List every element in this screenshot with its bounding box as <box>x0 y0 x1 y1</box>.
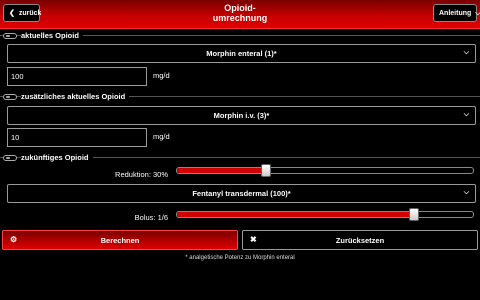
bolus-slider-thumb[interactable] <box>408 208 419 221</box>
reduction-slider[interactable] <box>176 164 474 177</box>
page-title: Opioid- umrechnung <box>140 3 340 23</box>
back-label: zurück <box>18 9 42 17</box>
calculate-label: Berechnen <box>100 235 140 245</box>
toggle-pill-icon[interactable] <box>3 32 17 39</box>
gear-icon: ⚙ <box>10 235 18 244</box>
bolus-slider-fill <box>177 212 414 217</box>
title-line-1: Opioid- <box>224 3 256 13</box>
section-label: aktuelles Opioid <box>21 31 83 40</box>
unit-label: mg/d <box>153 132 170 141</box>
chevron-down-icon: ⌵ <box>463 111 469 118</box>
back-button[interactable]: ❮ zurück <box>3 4 42 22</box>
instructions-menu-button[interactable]: Anleitung ⌵ <box>433 4 480 22</box>
chevron-left-icon: ❮ <box>9 9 15 17</box>
reset-label: Zurücksetzen <box>335 235 385 245</box>
close-icon: ✖ <box>250 235 257 244</box>
chevron-down-icon: ⌵ <box>463 189 469 196</box>
current-opioid-select[interactable]: Morphin enteral (1)* ⌵ <box>7 44 476 63</box>
select-value: Fentanyl transdermal (100)* <box>192 189 291 198</box>
select-value: Morphin enteral (1)* <box>206 49 277 58</box>
chevron-down-icon: ⌵ <box>463 49 469 56</box>
reduction-slider-thumb[interactable] <box>260 164 271 177</box>
additional-dose-input[interactable]: 10 <box>7 128 147 147</box>
current-dose-input[interactable]: 100 <box>7 67 147 86</box>
additional-opioid-select[interactable]: Morphin i.v. (3)* ⌵ <box>7 106 476 125</box>
toggle-pill-icon[interactable] <box>3 154 17 161</box>
section-current-opioid: aktuelles Opioid <box>0 31 480 40</box>
reduction-slider-fill <box>177 168 266 173</box>
reset-button[interactable]: ✖ Zurücksetzen <box>242 230 478 250</box>
section-label: zukünftiges Opioid <box>21 153 93 162</box>
instructions-label: Anleitung <box>439 9 472 17</box>
app-header: ❮ zurück Opioid- umrechnung Anleitung ⌵ <box>0 0 480 29</box>
unit-label: mg/d <box>153 71 170 80</box>
toggle-pill-icon[interactable] <box>3 93 17 100</box>
select-value: Morphin i.v. (3)* <box>213 111 270 120</box>
chevron-down-icon: ⌵ <box>475 9 480 17</box>
calculate-button[interactable]: ⚙ Berechnen <box>2 230 238 250</box>
future-opioid-select[interactable]: Fentanyl transdermal (100)* ⌵ <box>7 184 476 203</box>
reduction-label: Reduktion: 30% <box>115 170 168 179</box>
title-line-2: umrechnung <box>212 13 268 23</box>
section-additional-opioid: zusätzliches aktuelles Opioid <box>0 92 480 101</box>
footnote: * analgetische Potenz zu Morphin enteral <box>185 255 295 261</box>
section-label: zusätzliches aktuelles Opioid <box>21 92 130 101</box>
bolus-slider[interactable] <box>176 208 474 221</box>
section-future-opioid: zukünftiges Opioid <box>0 153 480 162</box>
bolus-label: Bolus: 1/6 <box>134 213 168 222</box>
